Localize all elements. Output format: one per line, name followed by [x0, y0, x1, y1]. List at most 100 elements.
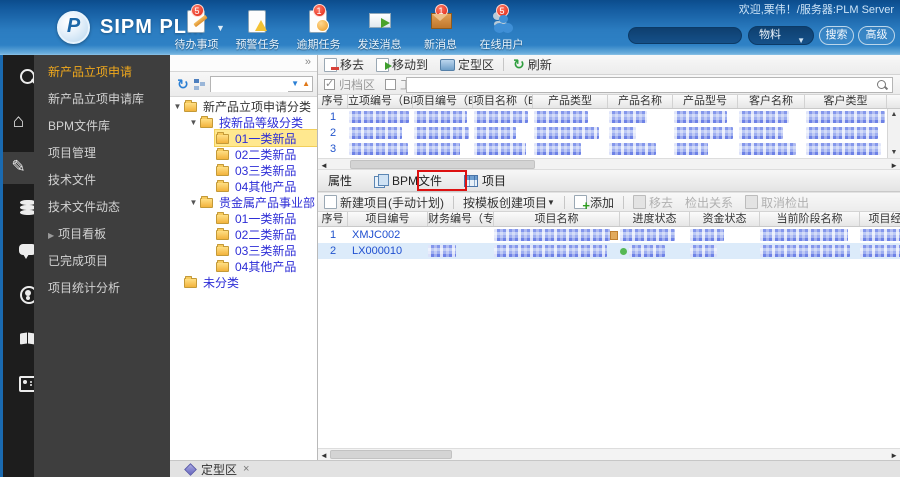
column-header-产品名称[interactable]: 产品名称: [608, 95, 673, 108]
close-icon[interactable]: ×: [243, 463, 249, 475]
sidebar-item-BPM文件库[interactable]: BPM文件库: [34, 113, 170, 140]
rail-item-chat[interactable]: [3, 242, 34, 274]
column-header-产品类型[interactable]: 产品类型: [533, 95, 608, 108]
scrollbar-thumb[interactable]: [330, 450, 452, 459]
toolbar-button-移去[interactable]: 移去: [324, 56, 364, 73]
collapse-panel-icon[interactable]: »: [305, 56, 311, 68]
column-header-序号[interactable]: 序号: [318, 212, 348, 226]
column-header-项目名称（BP...[interactable]: 项目名称（BP...: [473, 95, 533, 108]
column-header-客户名称[interactable]: 客户名称: [738, 95, 805, 108]
horizontal-scrollbar[interactable]: ◄ ►: [318, 448, 900, 460]
table-row[interactable]: 2 LX000010: [318, 243, 900, 259]
tree-locate-icon[interactable]: [193, 78, 206, 91]
tree-node-02二类新品[interactable]: 02二类新品: [170, 146, 317, 162]
tree-node-01一类新品[interactable]: 01一类新品: [170, 129, 317, 147]
column-header-产品型号[interactable]: 产品型号: [673, 95, 738, 108]
rail-item-person-circle[interactable]: [3, 285, 34, 317]
sidebar-menu: 新产品立项申请 新产品立项申请库 BPM文件库 项目管理 技术文件 技术文件动态 ▶ 项目看板…: [34, 55, 170, 477]
toolbar-button-按模板创建项目[interactable]: 按模板创建项目 ▼: [463, 194, 555, 211]
sidebar-item-新产品立项申请库[interactable]: 新产品立项申请库: [34, 86, 170, 113]
tree-node-贵金属产品事业部[interactable]: ▼ 贵金属产品事业部: [170, 194, 317, 210]
expander-open-icon[interactable]: ▼: [188, 198, 199, 207]
project-number-link[interactable]: XMJC002: [348, 229, 400, 241]
column-header-资金状态[interactable]: 资金状态: [690, 212, 760, 226]
scroll-left-icon[interactable]: ◄: [320, 161, 328, 170]
header-tool[interactable]: 预警任务: [227, 9, 288, 52]
sidebar-item-项目管理[interactable]: 项目管理: [34, 140, 170, 167]
toolbar-button-移动到[interactable]: 移动到: [376, 56, 428, 73]
expander-open-icon[interactable]: ▼: [188, 118, 199, 127]
rail-item-home[interactable]: ⌂: [3, 107, 34, 139]
column-header-立项编号（BP...[interactable]: 立项编号（BP...: [348, 95, 413, 108]
toolbar-button-定型区[interactable]: 定型区: [440, 56, 494, 73]
header-tool[interactable]: 5 待办事项: [166, 4, 227, 52]
scroll-right-icon[interactable]: ►: [890, 161, 898, 170]
vertical-scrollbar[interactable]: ▲ ▼: [887, 109, 900, 158]
tab-项目[interactable]: 项目: [464, 172, 506, 189]
search-button[interactable]: 搜索: [819, 26, 854, 45]
table-row[interactable]: 1: [318, 109, 900, 125]
project-number-link[interactable]: LX000010: [348, 245, 402, 257]
magnifier-icon[interactable]: [876, 79, 888, 91]
rail-item-book[interactable]: [3, 330, 34, 362]
sidebar-item-新产品立项申请[interactable]: 新产品立项申请: [34, 59, 170, 86]
scroll-down-icon[interactable]: ▼: [888, 149, 900, 156]
horizontal-scrollbar[interactable]: ◄ ►: [318, 158, 900, 170]
column-header-项目经理[interactable]: 项目经理: [860, 212, 900, 226]
header-tool[interactable]: 5 在线用户: [471, 4, 532, 52]
sidebar-item-技术文件动态[interactable]: 技术文件动态: [34, 194, 170, 221]
sidebar-item-技术文件[interactable]: 技术文件: [34, 167, 170, 194]
tree-node-03三类新品[interactable]: 03三类新品: [170, 162, 317, 178]
tree-node-按新品等级分类[interactable]: ▼ 按新品等级分类: [170, 114, 317, 130]
toolbar-button-添加[interactable]: 添加: [573, 194, 614, 213]
tree-node-04其他产品[interactable]: 04其他产品: [170, 178, 317, 194]
workzone-checkbox[interactable]: [385, 79, 397, 90]
tree-search-input[interactable]: [210, 78, 288, 92]
scroll-left-icon[interactable]: ◄: [320, 451, 328, 460]
column-header-项目名称[interactable]: 项目名称: [494, 212, 620, 226]
scroll-up-icon[interactable]: ▲: [888, 111, 900, 118]
table-row[interactable]: 1 XMJC002: [318, 227, 900, 243]
column-header-项目编号（BP...[interactable]: 项目编号（BP...: [413, 95, 473, 108]
toolbar-button-新建项目(手动计划)[interactable]: 新建项目(手动计划): [324, 194, 444, 211]
expander-open-icon[interactable]: ▼: [172, 102, 183, 111]
rail-item-edit[interactable]: ✎: [3, 152, 34, 184]
sidebar-item-项目看板[interactable]: ▶ 项目看板: [34, 221, 170, 248]
header-tool[interactable]: 发送消息: [349, 9, 410, 52]
tree-node-新产品立项申请分类[interactable]: ▼ 新产品立项申请分类: [170, 98, 317, 114]
search-prev-icon[interactable]: ▲: [302, 79, 310, 88]
rail-item-sipm-search[interactable]: [3, 68, 34, 100]
tree-node-未分类[interactable]: 未分类: [170, 274, 317, 290]
table-row[interactable]: 2: [318, 125, 900, 141]
search-category-select[interactable]: 物料 ▼: [748, 26, 814, 45]
search-next-icon[interactable]: ▼: [291, 79, 299, 88]
column-header-序号[interactable]: 序号: [318, 95, 348, 108]
tree-node-02二类新品[interactable]: 02二类新品: [170, 226, 317, 242]
tree-node-04其他产品[interactable]: 04其他产品: [170, 258, 317, 274]
scroll-right-icon[interactable]: ►: [890, 451, 898, 460]
tree-node-03三类新品[interactable]: 03三类新品: [170, 242, 317, 258]
header-tool[interactable]: 1 逾期任务: [288, 4, 349, 52]
cell: [494, 245, 620, 257]
tab-属性[interactable]: 属性: [328, 172, 352, 189]
table-row[interactable]: 3: [318, 141, 900, 157]
archive-checkbox[interactable]: [324, 77, 335, 90]
rail-item-database[interactable]: [3, 198, 34, 230]
header-search-input[interactable]: [628, 27, 742, 44]
tree-refresh-icon[interactable]: ↻: [177, 76, 189, 93]
pin-area-tab[interactable]: 定型区: [201, 461, 237, 477]
column-header-项目编号[interactable]: 项目编号: [348, 212, 428, 226]
column-header-进度状态[interactable]: 进度状态: [620, 212, 690, 226]
grid-search-input[interactable]: [406, 77, 893, 93]
column-header-当前阶段名称[interactable]: 当前阶段名称: [760, 212, 860, 226]
sidebar-item-项目统计分析[interactable]: 项目统计分析: [34, 275, 170, 302]
scrollbar-thumb[interactable]: [350, 160, 535, 169]
header-tool[interactable]: 1 新消息: [410, 4, 471, 52]
rail-item-idcard[interactable]: [3, 373, 34, 405]
column-header-客户类型[interactable]: 客户类型: [805, 95, 887, 108]
toolbar-button-刷新[interactable]: ↻ 刷新: [513, 56, 552, 73]
tree-node-01一类新品[interactable]: 01一类新品: [170, 210, 317, 226]
sidebar-item-已完成项目[interactable]: 已完成项目: [34, 248, 170, 275]
column-header-财务编号（专...[interactable]: 财务编号（专...: [428, 212, 494, 226]
advanced-search-button[interactable]: 高级: [858, 26, 895, 45]
